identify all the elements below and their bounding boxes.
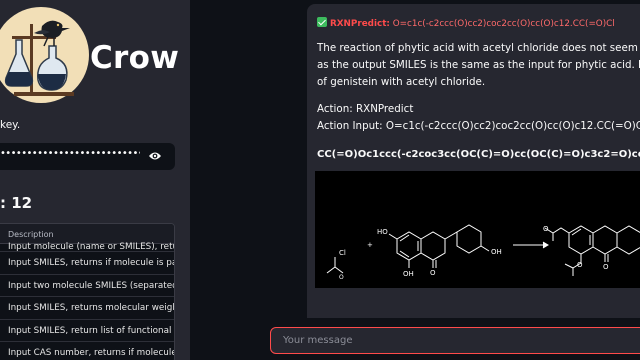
message-text-line: as the output SMILES is the same as the …: [317, 59, 640, 71]
tool-input: O=c1c(-c2ccc(O)cc2)coc2cc(O)cc(O)c12.CC(…: [392, 19, 615, 29]
table-row[interactable]: Input SMILES, return list of functional …: [0, 320, 174, 342]
table-row[interactable]: Input two molecule SMILES (separated by …: [0, 275, 174, 297]
svg-text:Cl: Cl: [339, 249, 346, 257]
assistant-message: RXNPredict: O=c1c(-c2ccc(O)cc2)coc2cc(O)…: [307, 4, 640, 318]
svg-text:O: O: [339, 274, 344, 281]
svg-text:O: O: [543, 225, 549, 233]
tools-table: Description Input molecule (name or SMIL…: [0, 223, 175, 360]
api-key-input[interactable]: ••••••••••••••••••••••••••••••: [0, 143, 175, 170]
svg-text:+: +: [367, 241, 373, 249]
table-row[interactable]: Input SMILES, returns molecular weight.: [0, 297, 174, 320]
api-key-value: ••••••••••••••••••••••••••••••: [0, 148, 140, 159]
svg-text:O: O: [430, 269, 436, 277]
svg-text:O: O: [603, 263, 609, 271]
check-icon: [317, 17, 327, 27]
tool-call-line: RXNPredict: O=c1c(-c2ccc(O)cc2)coc2cc(O)…: [317, 17, 615, 29]
svg-text:OH: OH: [491, 248, 502, 256]
crow-logo: [0, 6, 90, 104]
svg-text:O: O: [577, 261, 583, 269]
message-text-line: The reaction of phytic acid with acetyl …: [317, 42, 640, 54]
table-row[interactable]: Input SMILES, returns if molecule is pat…: [0, 252, 174, 275]
svg-text:OH: OH: [403, 270, 414, 278]
reaction-image: Cl O + HO OH O OH O O O O: [315, 171, 640, 288]
chat-input[interactable]: [270, 327, 640, 354]
tools-count-heading: : 12: [0, 194, 33, 212]
message-field[interactable]: [271, 328, 640, 353]
action-input-line: Action Input: O=c1c(-c2ccc(O)cc2)coc2cc(…: [317, 120, 640, 132]
app-title: Crow: [90, 40, 180, 76]
table-header: Description: [0, 224, 174, 244]
svg-text:HO: HO: [377, 228, 388, 236]
api-key-label: key.: [0, 119, 21, 131]
table-header-description: Description: [8, 230, 54, 239]
message-text-line: of genistein with acetyl chloride.: [317, 76, 486, 88]
tool-name: RXNPredict:: [330, 19, 390, 29]
eye-icon[interactable]: [148, 150, 162, 162]
chat-area: RXNPredict: O=c1c(-c2ccc(O)cc2)coc2cc(O)…: [190, 0, 640, 360]
action-line: Action: RXNPredict: [317, 103, 414, 115]
sidebar: Crow key. ••••••••••••••••••••••••••••••…: [0, 0, 190, 360]
table-row[interactable]: Input CAS number, returns if molecule is…: [0, 342, 174, 360]
table-row[interactable]: Input molecule (name or SMILES), returns…: [0, 242, 174, 252]
output-smiles: CC(=O)Oc1ccc(-c2coc3cc(OC(C)=O)cc(OC(C)=…: [317, 149, 640, 160]
